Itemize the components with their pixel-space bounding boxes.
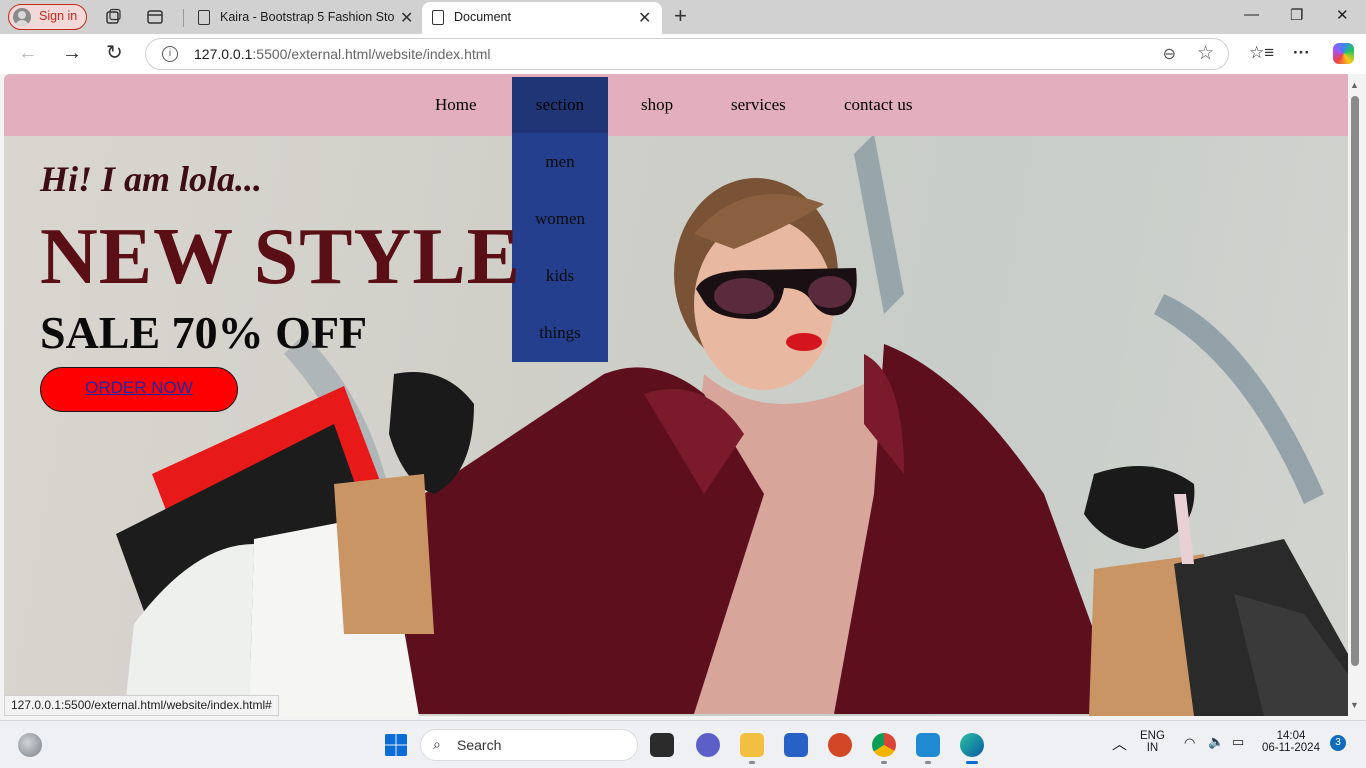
sign-in-label: Sign in: [39, 9, 78, 23]
nav-shop[interactable]: shop: [641, 95, 673, 115]
search-label: Search: [457, 737, 502, 753]
wifi-icon[interactable]: ◠: [1184, 735, 1195, 751]
edge-icon[interactable]: [960, 733, 984, 757]
hero-sale-text: SALE 70% OFF: [40, 307, 368, 358]
page-viewport: Home section shop services contact us me…: [4, 74, 1348, 716]
url-text[interactable]: 127.0.0.1:5500/external.html/website/ind…: [194, 46, 491, 62]
tab-actions-icon[interactable]: [146, 8, 164, 26]
scroll-thumb[interactable]: [1351, 96, 1359, 666]
page-icon: [198, 10, 210, 25]
browser-toolbar: ← → ↻ i 127.0.0.1:5500/external.html/web…: [0, 34, 1366, 74]
tab-separator: [183, 9, 184, 27]
scroll-up-icon[interactable]: ▲: [1350, 80, 1359, 90]
status-bar-url: 127.0.0.1:5500/external.html/website/ind…: [4, 695, 279, 716]
forward-icon[interactable]: →: [62, 42, 82, 64]
tray-overflow-icon[interactable]: ︿: [1112, 733, 1127, 754]
restore-icon[interactable]: ❐: [1290, 6, 1303, 24]
dropdown-item-women[interactable]: women: [512, 209, 608, 229]
browser-tab-strip: Sign in Kaira - Bootstrap 5 Fashion Stor…: [0, 0, 1366, 34]
address-bar[interactable]: i 127.0.0.1:5500/external.html/website/i…: [145, 38, 1229, 70]
zoom-icon[interactable]: ⊖: [1163, 44, 1176, 64]
running-indicator: [925, 761, 931, 764]
nav-section[interactable]: section: [512, 77, 608, 133]
teams-chat-icon[interactable]: [696, 733, 720, 757]
dropdown-item-men[interactable]: men: [512, 152, 608, 172]
clock[interactable]: 14:04 06-11-2024: [1262, 730, 1320, 754]
page-scrollbar[interactable]: ▲ ▼: [1348, 74, 1362, 716]
task-view-icon[interactable]: [650, 733, 674, 757]
tab-kaira[interactable]: Kaira - Bootstrap 5 Fashion Store ✕: [188, 2, 420, 34]
file-explorer-icon[interactable]: [740, 733, 764, 757]
back-icon[interactable]: ←: [18, 42, 38, 64]
chrome-icon[interactable]: [872, 733, 896, 757]
sign-in-button[interactable]: Sign in: [8, 4, 87, 30]
hero-greeting: Hi! I am lola...: [40, 159, 263, 199]
scroll-down-icon[interactable]: ▼: [1350, 700, 1359, 710]
copilot-icon[interactable]: [1333, 43, 1354, 64]
section-dropdown-menu: men women kids things: [512, 133, 608, 362]
nav-services[interactable]: services: [731, 95, 786, 115]
vscode-icon[interactable]: [916, 733, 940, 757]
nav-contact-us[interactable]: contact us: [844, 95, 912, 115]
dropdown-item-kids[interactable]: kids: [512, 266, 608, 286]
taskbar-search-box[interactable]: ⌕ Search: [420, 729, 638, 761]
more-menu-icon[interactable]: ···: [1293, 43, 1310, 63]
site-navbar: Home section shop services contact us: [4, 74, 1348, 136]
battery-icon[interactable]: ▭: [1232, 734, 1244, 750]
windows-taskbar: ⌕ Search ︿ ENG IN ◠ 🔈 ▭ 14:04 06-11-2024…: [0, 720, 1366, 768]
windows-start-icon[interactable]: [384, 733, 408, 757]
tab-document[interactable]: Document ✕: [422, 2, 662, 34]
notification-badge[interactable]: 3: [1330, 735, 1346, 751]
tab-title: Kaira - Bootstrap 5 Fashion Store: [220, 10, 395, 24]
refresh-icon[interactable]: ↻: [106, 42, 123, 64]
search-icon: ⌕: [433, 736, 441, 752]
close-tab-icon[interactable]: ✕: [638, 8, 651, 28]
order-now-button[interactable]: ORDER NOW: [40, 367, 238, 412]
close-window-icon[interactable]: ✕: [1336, 6, 1349, 24]
active-indicator: [966, 761, 978, 764]
minimize-icon[interactable]: —: [1244, 6, 1259, 23]
close-tab-icon[interactable]: ✕: [400, 8, 413, 28]
powerpoint-icon[interactable]: [828, 733, 852, 757]
site-info-icon[interactable]: i: [162, 46, 178, 62]
favorite-star-icon[interactable]: ☆: [1197, 42, 1214, 65]
hero-headline: NEW STYLE: [40, 213, 522, 301]
weather-widget-icon[interactable]: [18, 733, 42, 757]
page-icon: [432, 10, 444, 25]
microsoft-store-icon[interactable]: [784, 733, 808, 757]
volume-icon[interactable]: 🔈: [1208, 734, 1224, 750]
tab-title: Document: [454, 10, 511, 24]
language-indicator[interactable]: ENG IN: [1140, 730, 1165, 754]
profile-avatar-icon: [13, 8, 31, 26]
nav-home[interactable]: Home: [435, 95, 477, 115]
running-indicator: [749, 761, 755, 764]
running-indicator: [881, 761, 887, 764]
new-tab-icon[interactable]: +: [674, 3, 687, 29]
workspaces-icon[interactable]: [104, 8, 122, 26]
dropdown-item-things[interactable]: things: [512, 323, 608, 343]
favorites-icon[interactable]: ☆≡: [1249, 43, 1274, 63]
